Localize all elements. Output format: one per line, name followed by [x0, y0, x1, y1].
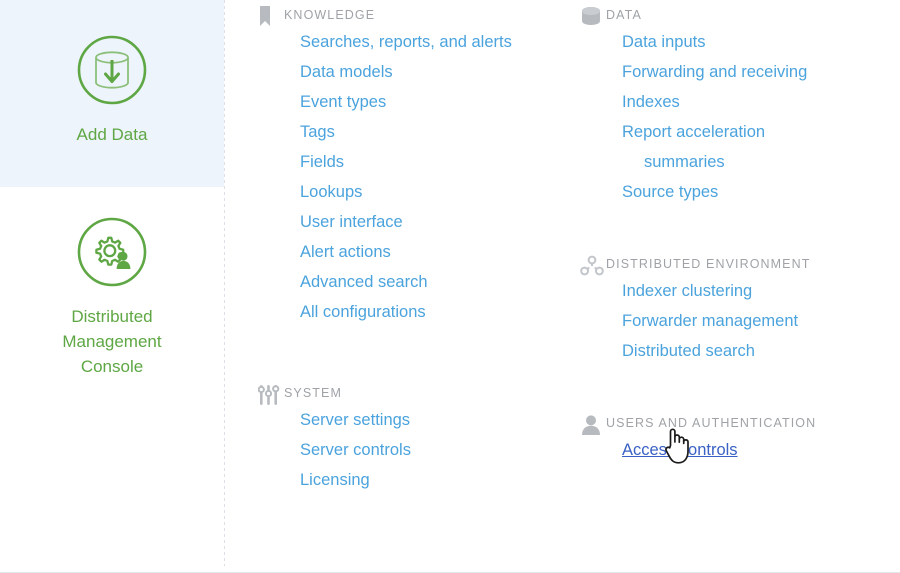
list-item: Searches, reports, and alerts: [300, 27, 558, 57]
list-item: Server controls: [300, 435, 558, 465]
sidebar-tile-add-data[interactable]: Add Data: [0, 0, 224, 187]
link-fields[interactable]: Fields: [300, 147, 344, 177]
link-user-interface[interactable]: User interface: [300, 207, 403, 237]
list-item: Source types: [622, 177, 900, 207]
section-distributed-environment-header: DISTRIBUTED ENVIRONMENT: [580, 254, 900, 276]
list-item: Data inputs: [622, 27, 900, 57]
section-users-and-authentication-title: USERS AND AUTHENTICATION: [606, 413, 816, 433]
settings-menu-panel: Add Data Distributed Manage: [0, 0, 900, 573]
section-system-header: SYSTEM: [258, 383, 558, 405]
sidebar-tile-dmc-label-line3: Console: [81, 357, 143, 376]
section-knowledge-title: KNOWLEDGE: [284, 5, 375, 25]
sidebar-tile-distributed-management-console[interactable]: Distributed Management Console: [0, 187, 224, 417]
section-distributed-environment-title: DISTRIBUTED ENVIRONMENT: [606, 254, 810, 274]
link-searches-reports-and-alerts[interactable]: Searches, reports, and alerts: [300, 27, 512, 57]
sidebar: Add Data Distributed Manage: [0, 0, 224, 566]
list-item: Licensing: [300, 465, 558, 495]
link-alert-actions[interactable]: Alert actions: [300, 237, 391, 267]
add-data-icon: [72, 30, 152, 110]
section-distributed-environment-links: Indexer clustering Forwarder management …: [580, 276, 900, 366]
link-forwarding-and-receiving[interactable]: Forwarding and receiving: [622, 57, 807, 87]
link-server-controls[interactable]: Server controls: [300, 435, 411, 465]
link-advanced-search[interactable]: Advanced search: [300, 267, 428, 297]
sidebar-tile-dmc-label: Distributed Management Console: [0, 304, 224, 379]
list-item: Server settings: [300, 405, 558, 435]
link-indexer-clustering[interactable]: Indexer clustering: [622, 276, 752, 306]
cluster-nodes-icon: [580, 254, 606, 277]
bookmark-icon: [258, 5, 284, 28]
list-item: Forwarder management: [622, 306, 900, 336]
section-distributed-environment: DISTRIBUTED ENVIRONMENT Indexer clusteri…: [580, 207, 900, 366]
link-all-configurations[interactable]: All configurations: [300, 297, 426, 327]
list-item: Indexes: [622, 87, 900, 117]
list-item: Data models: [300, 57, 558, 87]
settings-column-middle: KNOWLEDGE Searches, reports, and alerts …: [258, 0, 558, 495]
user-silhouette-icon: [580, 413, 606, 436]
section-users-and-authentication: USERS AND AUTHENTICATION Access controls: [580, 366, 900, 465]
list-item: Event types: [300, 87, 558, 117]
link-tags[interactable]: Tags: [300, 117, 335, 147]
list-item: Advanced search: [300, 267, 558, 297]
section-data: DATA Data inputs Forwarding and receivin…: [580, 0, 900, 207]
section-knowledge-links: Searches, reports, and alerts Data model…: [258, 27, 558, 327]
list-item: User interface: [300, 207, 558, 237]
distributed-management-console-icon: [72, 212, 152, 292]
link-forwarder-management[interactable]: Forwarder management: [622, 306, 798, 336]
list-item: Distributed search: [622, 336, 900, 366]
section-system: SYSTEM Server settings Server controls L…: [258, 327, 558, 495]
link-source-types[interactable]: Source types: [622, 177, 718, 207]
section-knowledge: KNOWLEDGE Searches, reports, and alerts …: [258, 0, 558, 327]
section-system-links: Server settings Server controls Licensin…: [258, 405, 558, 495]
section-data-header: DATA: [580, 5, 900, 27]
section-data-links: Data inputs Forwarding and receiving Ind…: [580, 27, 900, 207]
link-data-inputs[interactable]: Data inputs: [622, 27, 705, 57]
sidebar-tile-dmc-label-line2: Management: [62, 332, 161, 351]
database-cylinder-icon: [580, 5, 606, 28]
list-item: All configurations: [300, 297, 558, 327]
link-distributed-search[interactable]: Distributed search: [622, 336, 755, 366]
section-data-title: DATA: [606, 5, 642, 25]
sidebar-tile-add-data-label: Add Data: [0, 122, 224, 147]
list-item: Fields: [300, 147, 558, 177]
section-knowledge-header: KNOWLEDGE: [258, 5, 558, 27]
link-server-settings[interactable]: Server settings: [300, 405, 410, 435]
sliders-icon: [258, 383, 284, 406]
list-item: Indexer clustering: [622, 276, 900, 306]
list-item: Access controls: [622, 435, 900, 465]
list-item: Forwarding and receiving: [622, 57, 900, 87]
link-report-acceleration-summaries-line1: Report acceleration: [622, 123, 765, 141]
link-indexes[interactable]: Indexes: [622, 87, 680, 117]
link-licensing[interactable]: Licensing: [300, 465, 370, 495]
list-item: Lookups: [300, 177, 558, 207]
link-report-acceleration-summaries-line2: summaries: [622, 147, 900, 177]
link-data-models[interactable]: Data models: [300, 57, 393, 87]
link-lookups[interactable]: Lookups: [300, 177, 362, 207]
link-access-controls[interactable]: Access controls: [622, 435, 738, 465]
sidebar-tile-dmc-label-line1: Distributed: [71, 307, 152, 326]
list-item: Report acceleration summaries: [622, 117, 900, 177]
link-report-acceleration-summaries[interactable]: Report acceleration summaries: [622, 117, 900, 177]
settings-column-right: DATA Data inputs Forwarding and receivin…: [580, 0, 900, 465]
section-users-and-authentication-header: USERS AND AUTHENTICATION: [580, 413, 900, 435]
section-system-title: SYSTEM: [284, 383, 342, 403]
section-users-and-authentication-links: Access controls: [580, 435, 900, 465]
list-item: Tags: [300, 117, 558, 147]
link-event-types[interactable]: Event types: [300, 87, 386, 117]
list-item: Alert actions: [300, 237, 558, 267]
vertical-divider: [224, 0, 225, 566]
